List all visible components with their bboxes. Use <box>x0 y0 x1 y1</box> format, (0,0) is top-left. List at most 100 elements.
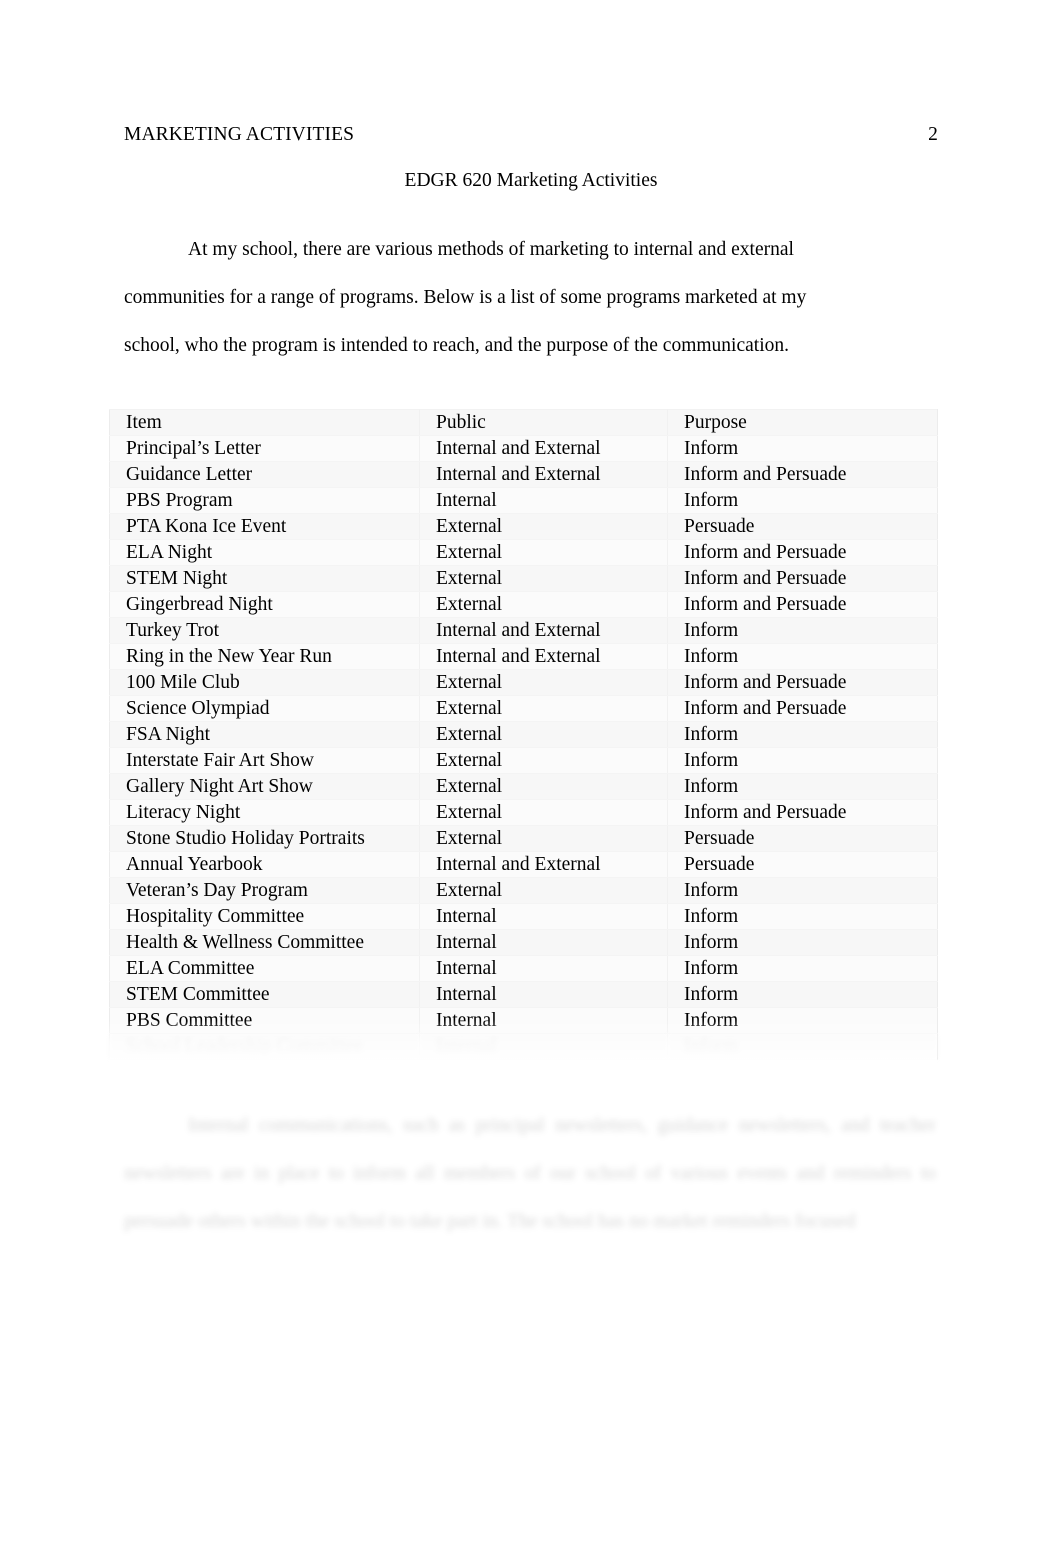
table-cell-item: Principal’s Letter <box>109 435 420 462</box>
table-cell-public: Internal and External <box>419 617 668 644</box>
table-cell-item: Turkey Trot <box>109 617 420 644</box>
table-row: 100 Mile Club External Inform and Persuade <box>109 669 938 696</box>
table-cell-purpose: Persuade <box>667 825 938 852</box>
table-cell-public: Internal <box>419 1033 668 1060</box>
table-cell-item: PBS Program <box>109 487 420 514</box>
table-row: Principal’s Letter Internal and External I… <box>109 435 938 462</box>
table-cell-public: External <box>419 825 668 852</box>
table-cell-item: Veteran’s Day Program <box>109 877 420 904</box>
document-title: EDGR 620 Marketing Activities <box>404 170 658 191</box>
table-cell-item: Health & Wellness Committee <box>109 929 420 956</box>
document-page: MARKETING ACTIVITIES 2 EDGR 620 Marketin… <box>0 0 1062 1561</box>
table-row: Veteran’s Day Program External Inform <box>109 877 938 904</box>
table-cell-purpose: Inform <box>667 435 938 462</box>
table-cell-purpose: Inform and Persuade <box>667 591 938 618</box>
table-cell-public: External <box>419 539 668 566</box>
table-cell-item: STEM Night <box>109 565 420 592</box>
table-row: STEM Night External Inform and Persuade <box>109 565 938 592</box>
table-cell-public: Internal and External <box>419 461 668 488</box>
table-row: ELA Night External Inform and Persuade <box>109 539 938 566</box>
table-cell-purpose: Inform <box>667 929 938 956</box>
table-cell-public: External <box>419 773 668 800</box>
table-row: Interstate Fair Art Show External Inform <box>109 747 938 774</box>
table-row: Stone Studio Holiday Portraits External Pe… <box>109 825 938 852</box>
table-cell-purpose: Inform <box>667 1033 938 1060</box>
table-cell-public: Internal <box>419 903 668 930</box>
table-row: FSA Night External Inform <box>109 721 938 748</box>
table-cell-public: Internal and External <box>419 435 668 462</box>
table-cell-public: Internal <box>419 487 668 514</box>
table-cell-purpose: Inform and Persuade <box>667 461 938 488</box>
table-cell-public: External <box>419 669 668 696</box>
table-cell-item: STEM Committee <box>109 981 420 1008</box>
table-cell-purpose: Inform <box>667 643 938 670</box>
table-row: Gingerbread Night External Inform and Pers… <box>109 591 938 618</box>
table-cell-item: Annual Yearbook <box>109 851 420 878</box>
table-cell-purpose: Inform <box>667 1007 938 1034</box>
table-cell-purpose: Inform and Persuade <box>667 539 938 566</box>
table-row: Turkey Trot Internal and External Inform <box>109 617 938 644</box>
table-cell-item: Literacy Night <box>109 799 420 826</box>
table-cell-purpose: Inform <box>667 747 938 774</box>
table-cell-item: Hospitality Committee <box>109 903 420 930</box>
table-header: Item Public Purpose <box>109 409 938 436</box>
table-cell-public: External <box>419 565 668 592</box>
table-row: Hospitality Committee Internal Inform <box>109 903 938 930</box>
table-cell-purpose: Inform <box>667 487 938 514</box>
table-cell-item: School Leadership Committee <box>109 1033 420 1060</box>
table-cell-public: Internal <box>419 1007 668 1034</box>
table-cell-item: FSA Night <box>109 721 420 748</box>
table-cell-public: External <box>419 721 668 748</box>
table-cell-public: Internal <box>419 955 668 982</box>
table-header-row: Item Public Purpose <box>109 409 938 436</box>
marketing-activities-table-wrapper: Item Public Purpose Principal’s Letter In… <box>109 409 938 1066</box>
table-cell-item: ELA Night <box>109 539 420 566</box>
table-cell-public: External <box>419 513 668 540</box>
table-cell-public: Internal and External <box>419 643 668 670</box>
table-cell-item: ELA Committee <box>109 955 420 982</box>
table-cell-purpose: Inform <box>667 981 938 1008</box>
running-head: MARKETING ACTIVITIES 2 <box>124 124 938 150</box>
marketing-activities-table: Item Public Purpose Principal’s Letter In… <box>109 409 938 1060</box>
page-number: 2 <box>928 124 938 145</box>
table-cell-purpose: Inform and Persuade <box>667 669 938 696</box>
table-cell-purpose: Inform and Persuade <box>667 695 938 722</box>
table-cell-public: Internal <box>419 929 668 956</box>
table-row: PBS Program Internal Inform <box>109 487 938 514</box>
table-cell-item: Guidance Letter <box>109 461 420 488</box>
table-row: STEM Committee Internal Inform <box>109 981 938 1008</box>
table-row: Guidance Letter Internal and External Info… <box>109 461 938 488</box>
table-row: Gallery Night Art Show External Inform <box>109 773 938 800</box>
column-header-public: Public <box>419 409 668 436</box>
intro-paragraph: At my school, there are various methods … <box>124 238 807 356</box>
table-row: Health & Wellness Committee Internal Infor… <box>109 929 938 956</box>
table-cell-item: PTA Kona Ice Event <box>109 513 420 540</box>
table-cell-item: PBS Committee <box>109 1007 420 1034</box>
table-row: PBS Committee Internal Inform <box>109 1007 938 1034</box>
table-row: ELA Committee Internal Inform <box>109 955 938 982</box>
table-cell-public: Internal <box>419 981 668 1008</box>
table-cell-purpose: Inform and Persuade <box>667 565 938 592</box>
table-row: PTA Kona Ice Event External Persuade <box>109 513 938 540</box>
table-cell-purpose: Inform <box>667 903 938 930</box>
table-row: School Leadership Committee Internal Infor… <box>109 1033 938 1060</box>
table-cell-item: Ring in the New Year Run <box>109 643 420 670</box>
column-header-item: Item <box>109 409 420 436</box>
table-cell-public: External <box>419 877 668 904</box>
table-cell-item: Interstate Fair Art Show <box>109 747 420 774</box>
column-header-purpose: Purpose <box>667 409 938 436</box>
table-cell-item: Gingerbread Night <box>109 591 420 618</box>
table-cell-purpose: Inform <box>667 617 938 644</box>
table-cell-purpose: Persuade <box>667 851 938 878</box>
obscured-trailing-paragraph: Internal communications, such as princip… <box>124 1114 936 1232</box>
table-cell-purpose: Inform <box>667 877 938 904</box>
table-cell-public: Internal and External <box>419 851 668 878</box>
table-cell-purpose: Inform <box>667 721 938 748</box>
table-row: Science Olympiad External Inform and Persu… <box>109 695 938 722</box>
table-cell-item: Science Olympiad <box>109 695 420 722</box>
table-cell-purpose: Inform and Persuade <box>667 799 938 826</box>
table-cell-public: External <box>419 695 668 722</box>
table-cell-purpose: Inform <box>667 773 938 800</box>
running-head-title: MARKETING ACTIVITIES <box>124 124 355 145</box>
table-row: Annual Yearbook Internal and External Pers… <box>109 851 938 878</box>
